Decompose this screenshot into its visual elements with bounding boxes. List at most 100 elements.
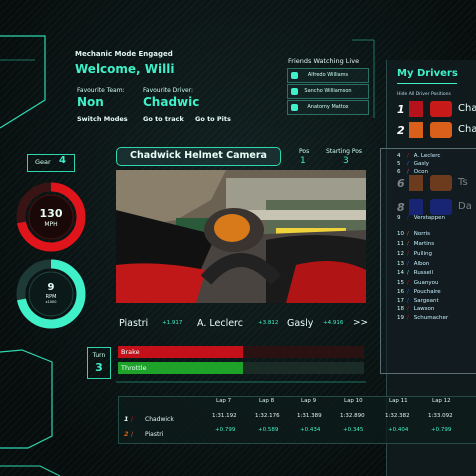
position-number: 16: [397, 289, 404, 295]
car-icon: [430, 122, 452, 138]
my-drivers-title: My Drivers: [397, 68, 458, 79]
helmet-camera-feed[interactable]: [116, 170, 366, 303]
hide-positions-toggle[interactable]: Hide All Driver Positions: [397, 92, 451, 97]
lap-time-cell: 1:32.176: [255, 413, 280, 419]
driver-name: A. Leclerc: [412, 153, 441, 159]
lap-gap-cell: +0.434: [300, 427, 321, 433]
position-number: 15: [397, 280, 404, 286]
friend-item[interactable]: Sancho Williamson: [287, 84, 369, 99]
position-number: 19: [397, 315, 404, 321]
driver-name: Gasly: [412, 161, 430, 167]
lap-header: Lap 7: [216, 398, 232, 404]
position-label: Pos: [299, 148, 310, 155]
list-item[interactable]: 14/ Russell: [397, 270, 433, 276]
lap-gap-cell: +0.404: [388, 427, 409, 433]
lap-header: Lap 12: [432, 398, 451, 404]
driver-name: Cha: [458, 124, 476, 135]
team-swatch: [409, 101, 423, 117]
list-item[interactable]: 13/ Albon: [397, 261, 429, 267]
list-item[interactable]: 12/ Pulling: [397, 251, 432, 257]
list-item[interactable]: 4/ A. Leclerc: [397, 153, 440, 159]
rpm-multiplier: x1000: [45, 300, 57, 304]
position-number: 6: [397, 169, 401, 175]
lap-time-cell: 1:32.382: [385, 413, 410, 419]
lap-time-cell: 1:31.389: [297, 413, 322, 419]
rpm-value: 9: [47, 282, 55, 293]
gap-driver-name: Piastri: [119, 318, 149, 329]
lap-gap-cell: +0.799: [431, 427, 452, 433]
lap-header: Lap 9: [301, 398, 317, 404]
lap-gap-cell: +0.589: [258, 427, 279, 433]
driver-name: Albon: [412, 261, 430, 267]
list-item[interactable]: 5/ Gasly: [397, 161, 429, 167]
lap-header: Lap 8: [259, 398, 275, 404]
welcome-title: Welcome, Willi: [75, 62, 175, 76]
driver-name: Guanyou: [412, 280, 439, 286]
driver-name: Schumacher: [412, 315, 449, 321]
list-item[interactable]: 18/ Lawson: [397, 306, 434, 312]
go-to-track-link[interactable]: Go to track: [143, 115, 184, 123]
position-number: 18: [397, 306, 404, 312]
position-number: 11: [397, 241, 404, 247]
position-number: 12: [397, 251, 404, 257]
friends-title: Friends Watching Live: [288, 57, 360, 65]
speed-value: 130: [39, 207, 63, 220]
lap-time-cell: 1:31.192: [212, 413, 237, 419]
car-icon: [430, 101, 452, 117]
driver-name: Cha: [458, 103, 476, 114]
friend-item[interactable]: Anatomy Mattox: [287, 100, 369, 115]
onboard-scene: [116, 170, 366, 303]
gap-driver-name: A. Leclerc: [197, 318, 243, 329]
turn-value: 3: [95, 361, 103, 374]
list-item[interactable]: 19/ Schumacher: [397, 315, 448, 321]
switch-modes-link[interactable]: Switch Modes: [77, 115, 128, 123]
favourite-driver-label: Favourite Driver:: [143, 87, 194, 94]
gap-value: +3.812: [258, 320, 279, 326]
list-item[interactable]: 10/ Norris: [397, 231, 430, 237]
driver-name: Lawson: [412, 306, 435, 312]
list-item[interactable]: 16/ Pouchaire: [397, 289, 441, 295]
driver-name: Verstappen: [412, 215, 445, 221]
driver-name: Martins: [412, 241, 435, 247]
brake-bar: Brake: [118, 346, 364, 358]
team-stripe-icon: /: [131, 416, 134, 423]
list-item[interactable]: 17/ Sargeant: [397, 298, 439, 304]
throttle-bar: Throttle: [118, 362, 364, 374]
lap-time-cell: 1:33.092: [428, 413, 453, 419]
lap-time-cell: 1:32.890: [340, 413, 365, 419]
driver-name: Ocon: [412, 169, 428, 175]
driver-card[interactable]: 1 Cha: [397, 100, 476, 120]
row-position: 2: [124, 430, 129, 438]
list-item[interactable]: 9/ Verstappen: [397, 215, 445, 221]
lap-gap-cell: +0.799: [215, 427, 236, 433]
position-number: 13: [397, 261, 404, 267]
starting-position-label: Starting Pos: [326, 148, 363, 155]
friend-item[interactable]: Alfredo Williams: [287, 68, 369, 83]
driver-name: Russell: [412, 270, 433, 276]
team-swatch: [409, 122, 423, 138]
brake-label: Brake: [121, 348, 140, 356]
position-number: 17: [397, 298, 404, 304]
list-item[interactable]: 15/ Guanyou: [397, 280, 438, 286]
row-driver-name: Piastri: [145, 431, 164, 438]
position-number: 14: [397, 270, 404, 276]
position-value: 1: [300, 156, 306, 166]
position-number: 4: [397, 153, 401, 159]
camera-title: Chadwick Helmet Camera: [130, 150, 267, 161]
position-number: 5: [397, 161, 401, 167]
gap-driver-name: Gasly: [287, 318, 314, 329]
list-item[interactable]: 6/ Ocon: [397, 169, 428, 175]
gap-value: +1.917: [162, 320, 183, 326]
row-position: 1: [124, 415, 129, 423]
driver-card[interactable]: 2 Cha: [397, 121, 476, 141]
team-stripe-icon: /: [131, 431, 134, 438]
title-underline: [397, 83, 457, 84]
list-item[interactable]: 11/ Martins: [397, 241, 434, 247]
gaps-next-button[interactable]: >>: [353, 318, 368, 328]
lap-gap-cell: +0.345: [343, 427, 364, 433]
driver-name: Norris: [412, 231, 431, 237]
position-number: 9: [397, 215, 401, 221]
go-to-pits-link[interactable]: Go to Pits: [195, 115, 231, 123]
driver-name: Pulling: [412, 251, 433, 257]
lap-header: Lap 10: [344, 398, 363, 404]
